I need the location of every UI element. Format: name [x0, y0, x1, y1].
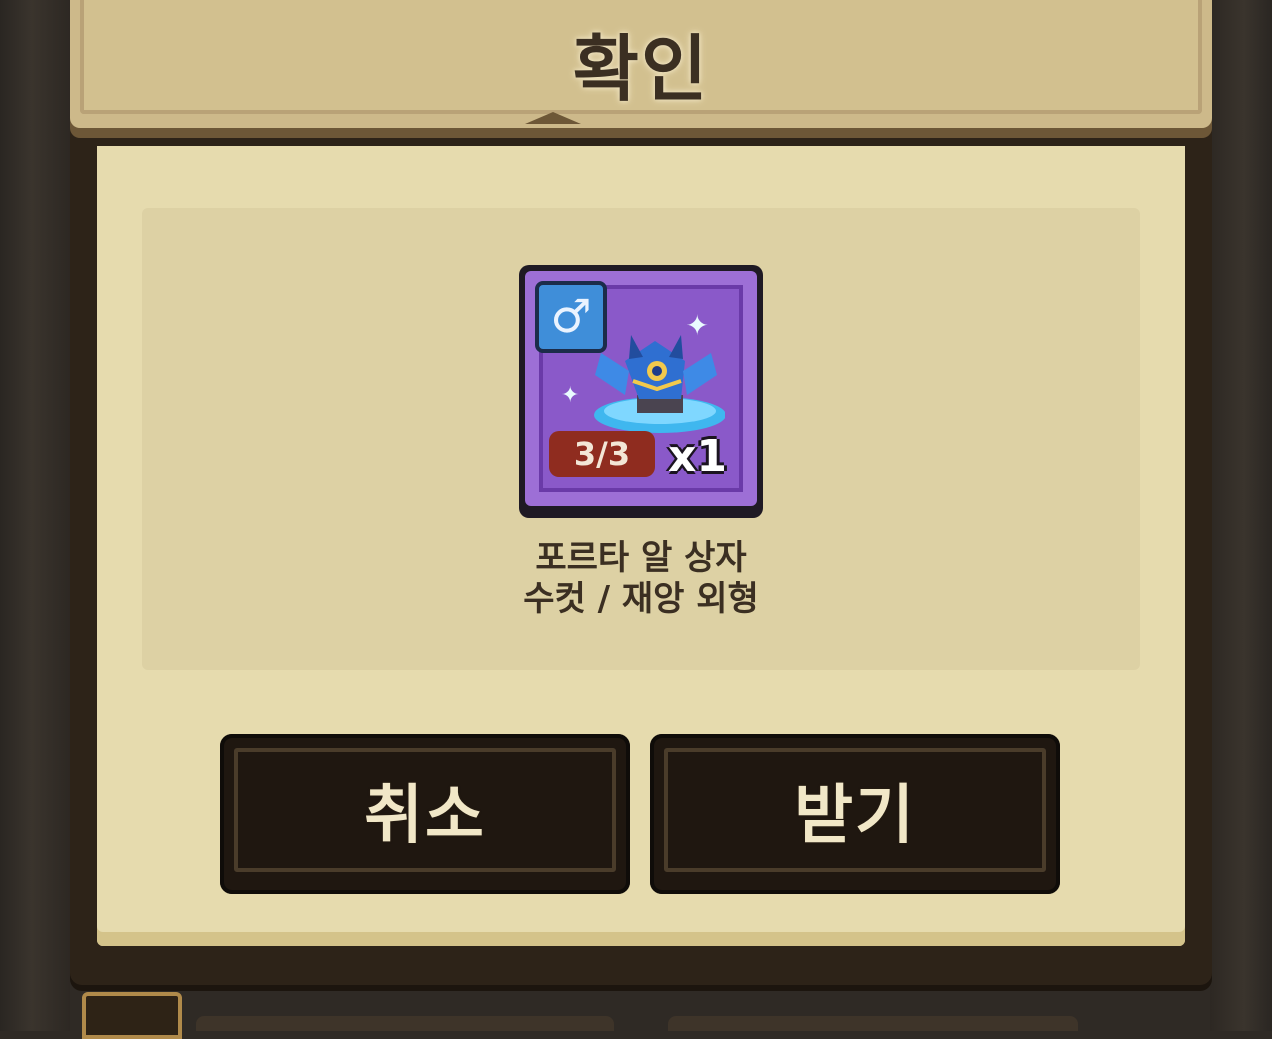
dialog-title-bar: 확인: [70, 0, 1212, 128]
background-left-panel: [0, 0, 70, 1031]
cancel-button-inner: 취소: [234, 748, 616, 872]
background-item-icon: [82, 992, 182, 1039]
egg-box-icon: [594, 335, 725, 433]
background-list-bar: [196, 1016, 614, 1031]
item-quantity: x1: [668, 431, 727, 482]
receive-button-label: 받기: [794, 779, 916, 853]
background-list-partial: [82, 992, 1190, 1039]
cancel-button-label: 취소: [364, 779, 486, 853]
background-right-panel: [1210, 0, 1272, 1031]
item-card[interactable]: ♂ ✦ ✦ 3/3 x1: [519, 265, 763, 518]
item-card-background: ♂ ✦ ✦ 3/3 x1: [525, 271, 757, 506]
background-list-bar: [668, 1016, 1078, 1031]
receive-button[interactable]: 받기: [650, 734, 1060, 894]
receive-button-inner: 받기: [664, 748, 1046, 872]
item-subtitle: 수컷 / 재앙 외형: [523, 579, 759, 619]
sparkle-icon: ✦: [561, 383, 580, 408]
dialog-title: 확인: [572, 27, 710, 111]
stock-badge: 3/3: [549, 431, 655, 477]
cancel-button[interactable]: 취소: [220, 734, 630, 894]
dialog-body: ♂ ✦ ✦ 3/3 x1 포르타 알 상자 수컷 / 재앙 외형 취소 받기: [97, 146, 1185, 946]
reward-content-box: ♂ ✦ ✦ 3/3 x1 포르타 알 상자 수컷 / 재앙 외형: [142, 208, 1140, 670]
